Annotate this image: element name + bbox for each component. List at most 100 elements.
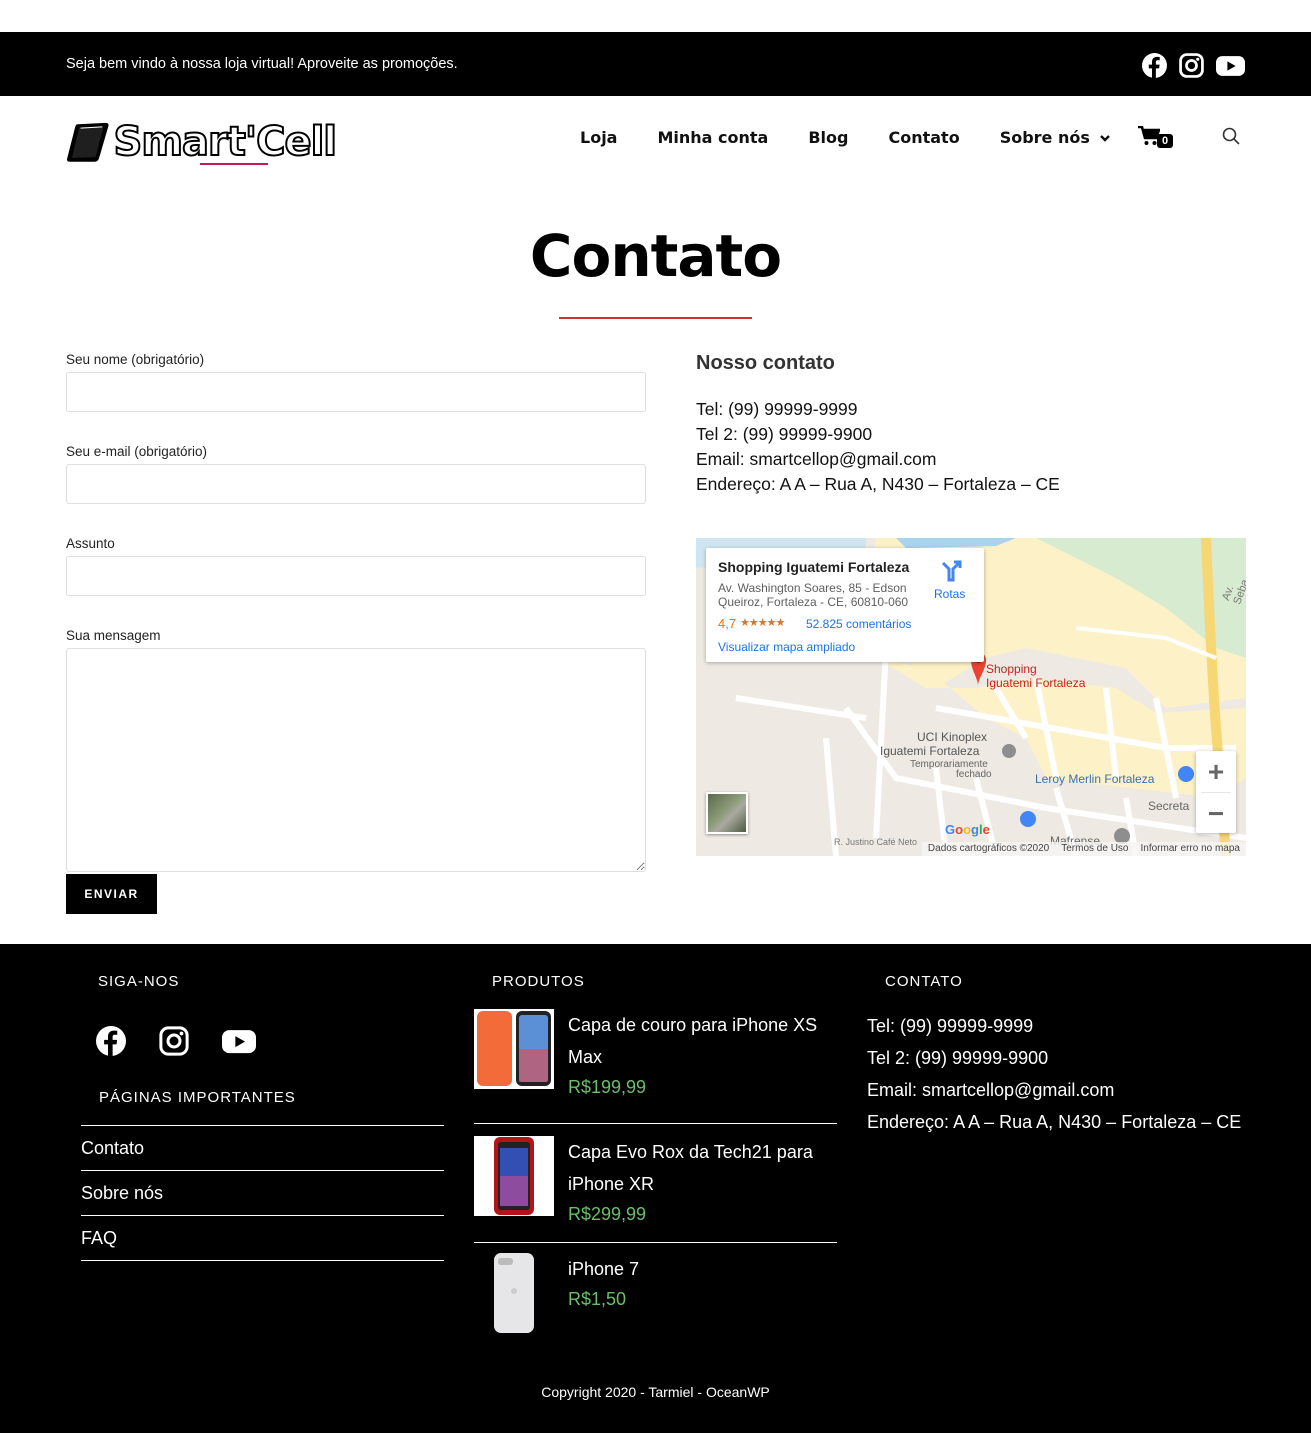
google-logo: Google — [945, 822, 990, 837]
contact-address: Endereço: A A – Rua A, N430 – Fortaleza … — [696, 474, 1060, 494]
satellite-view-toggle[interactable] — [706, 792, 748, 834]
orange-case-image — [477, 1011, 551, 1086]
nav-item-sobre-nos-label[interactable]: Sobre nós — [1000, 128, 1090, 147]
footer-link-sobre-nos[interactable]: Sobre nós — [81, 1170, 444, 1215]
zoom-out-button[interactable]: − — [1196, 793, 1236, 834]
nav-item-loja[interactable]: Loja — [580, 128, 617, 147]
contact-tel2: Tel 2: (99) 99999-9900 — [696, 424, 873, 444]
map-report-link[interactable]: Informar erro no mapa — [1141, 843, 1241, 855]
cart-count-badge: 0 — [1157, 134, 1174, 148]
phone-logo-icon — [66, 122, 109, 162]
youtube-icon[interactable] — [222, 1026, 256, 1056]
place-address-line-1: Av. Washington Soares, 85 - Edson — [718, 581, 907, 595]
contact-tel: Tel: (99) 99999-9999 — [696, 399, 858, 419]
place-name: Shopping Iguatemi Fortaleza — [718, 559, 910, 575]
product-name-line-1: Capa de couro para iPhone XS — [568, 1015, 818, 1035]
zoom-in-button[interactable]: + — [1196, 751, 1236, 792]
product-name-line-2: Max — [568, 1047, 603, 1067]
instagram-icon[interactable] — [1179, 53, 1204, 78]
footer-link-faq[interactable]: FAQ — [81, 1215, 444, 1260]
place-address-line-2: Queiroz, Fortaleza - CE, 60810-060 — [718, 595, 909, 609]
chevron-down-icon — [1100, 134, 1110, 142]
zoom-controls: + − — [1196, 751, 1236, 833]
product-thumbnail[interactable] — [474, 1009, 554, 1089]
reviews-link[interactable]: 52.825 comentários — [806, 617, 911, 631]
product-price: R$1,50 — [568, 1289, 627, 1309]
product-item[interactable]: iPhone 7 R$1,50 — [474, 1243, 837, 1360]
footer-link-contato[interactable]: Contato — [81, 1125, 444, 1170]
copyright: Copyright 2020 - Tarmiel - OceanWP — [541, 1384, 770, 1400]
name-label: Seu nome (obrigatório) — [66, 352, 205, 367]
place-address: Av. Washington Soares, 85 - Edson Queiro… — [718, 581, 918, 609]
iphone-7-image — [494, 1253, 534, 1333]
footer-contact-email: Email: smartcellop@gmail.com — [867, 1080, 1115, 1100]
map-leroy: Leroy Merlin Fortaleza — [1035, 772, 1155, 786]
logo-text: Smart'Cell — [113, 118, 338, 166]
facebook-icon[interactable] — [96, 1026, 126, 1056]
product-name-line-1: Capa Evo Rox da Tech21 para — [568, 1142, 813, 1162]
map-cinema-4: fechado — [956, 769, 992, 780]
footer-social-links — [96, 1026, 256, 1056]
map-terms-link[interactable]: Termos de Uso — [1061, 843, 1128, 855]
product-name-line-1: iPhone 7 — [568, 1259, 640, 1279]
follow-heading: SIGA-NOS — [98, 973, 180, 990]
map-street: R. Justino Café Neto — [834, 837, 918, 847]
important-pages-list: Contato Sobre nós FAQ — [81, 1125, 444, 1261]
contact-info: Nosso contato Tel: (99) 99999-9999 Tel 2… — [696, 352, 1246, 497]
product-name[interactable]: iPhone 7 — [568, 1253, 828, 1285]
cart-button[interactable]: 0 — [1138, 126, 1174, 148]
footer-contact-address: Endereço: A A – Rua A, N430 – Fortaleza … — [867, 1112, 1242, 1132]
rating-stars: ★★★★★ — [740, 617, 785, 629]
top-bar: Seja bem vindo à nossa loja virtual! Apr… — [0, 32, 1311, 96]
welcome-message: Seja bem vindo à nossa loja virtual! Apr… — [66, 56, 458, 72]
larger-map-link[interactable]: Visualizar mapa ampliado — [718, 640, 855, 654]
contact-email: Email: smartcellop@gmail.com — [696, 449, 937, 469]
instagram-icon[interactable] — [159, 1026, 189, 1056]
products-heading: PRODUTOS — [492, 973, 585, 990]
message-label: Sua mensagem — [66, 628, 161, 643]
product-name[interactable]: Capa Evo Rox da Tech21 para iPhone XR — [568, 1136, 828, 1200]
nav-item-blog[interactable]: Blog — [808, 128, 848, 147]
place-info-card: Shopping Iguatemi Fortaleza Av. Washingt… — [706, 548, 984, 662]
title-underline — [559, 317, 752, 319]
map-pin-label-2: Iguatemi Fortaleza — [986, 676, 1086, 690]
contact-form: Seu nome (obrigatório) Seu e-mail (obrig… — [66, 352, 646, 914]
product-thumbnail[interactable] — [474, 1136, 554, 1216]
email-label: Seu e-mail (obrigatório) — [66, 444, 208, 459]
name-field[interactable] — [66, 372, 646, 412]
logo-underline — [200, 163, 268, 165]
subject-field[interactable] — [66, 556, 646, 596]
product-price: R$299,99 — [568, 1204, 647, 1224]
message-field[interactable] — [66, 648, 646, 872]
map-data-credit: Dados cartográficos ©2020 — [927, 843, 1050, 854]
pages-heading: PÁGINAS IMPORTANTES — [99, 1089, 296, 1106]
product-item[interactable]: Capa de couro para iPhone XS Max R$199,9… — [474, 1007, 837, 1124]
submit-button[interactable]: ENVIAR — [66, 874, 157, 914]
email-field[interactable] — [66, 464, 646, 504]
nav-item-contato[interactable]: Contato — [888, 128, 959, 147]
footer-contact-info: Tel: (99) 99999-9999 Tel 2: (99) 99999-9… — [867, 1010, 1241, 1138]
subject-label: Assunto — [66, 536, 115, 551]
footer-links-divider — [81, 1260, 444, 1261]
products-list: Capa de couro para iPhone XS Max R$199,9… — [474, 1007, 837, 1360]
map-cinema-1: UCI Kinoplex — [917, 730, 988, 744]
product-item[interactable]: Capa Evo Rox da Tech21 para iPhone XR R$… — [474, 1126, 837, 1243]
map-pin-label-1: Shopping — [986, 662, 1037, 676]
nav-item-minha-conta[interactable]: Minha conta — [657, 128, 768, 147]
facebook-icon[interactable] — [1142, 53, 1167, 78]
product-name[interactable]: Capa de couro para iPhone XS Max — [568, 1009, 828, 1073]
nav-item-sobre-nos[interactable]: Sobre nós — [1000, 128, 1111, 147]
page-title: Contato — [529, 222, 782, 290]
main-nav: Loja Minha conta Blog Contato Sobre nós — [580, 128, 1151, 147]
search-button[interactable] — [1222, 127, 1240, 150]
youtube-icon[interactable] — [1216, 53, 1245, 78]
product-price: R$199,99 — [568, 1077, 647, 1097]
footer-contact-tel: Tel: (99) 99999-9999 — [867, 1016, 1034, 1036]
site-header: Smart'Cell Loja Minha conta Blog Contato… — [0, 96, 1311, 186]
directions-icon[interactable] — [940, 560, 962, 582]
directions-link[interactable]: Rotas — [934, 587, 965, 601]
search-icon — [1222, 127, 1240, 145]
google-map[interactable]: Shopping Iguatemi Fortaleza UCI Kinoplex… — [696, 538, 1246, 856]
product-thumbnail[interactable] — [474, 1253, 554, 1333]
site-footer: SIGA-NOS PÁGINAS IMPORTANTES Contato Sob… — [0, 944, 1311, 1433]
